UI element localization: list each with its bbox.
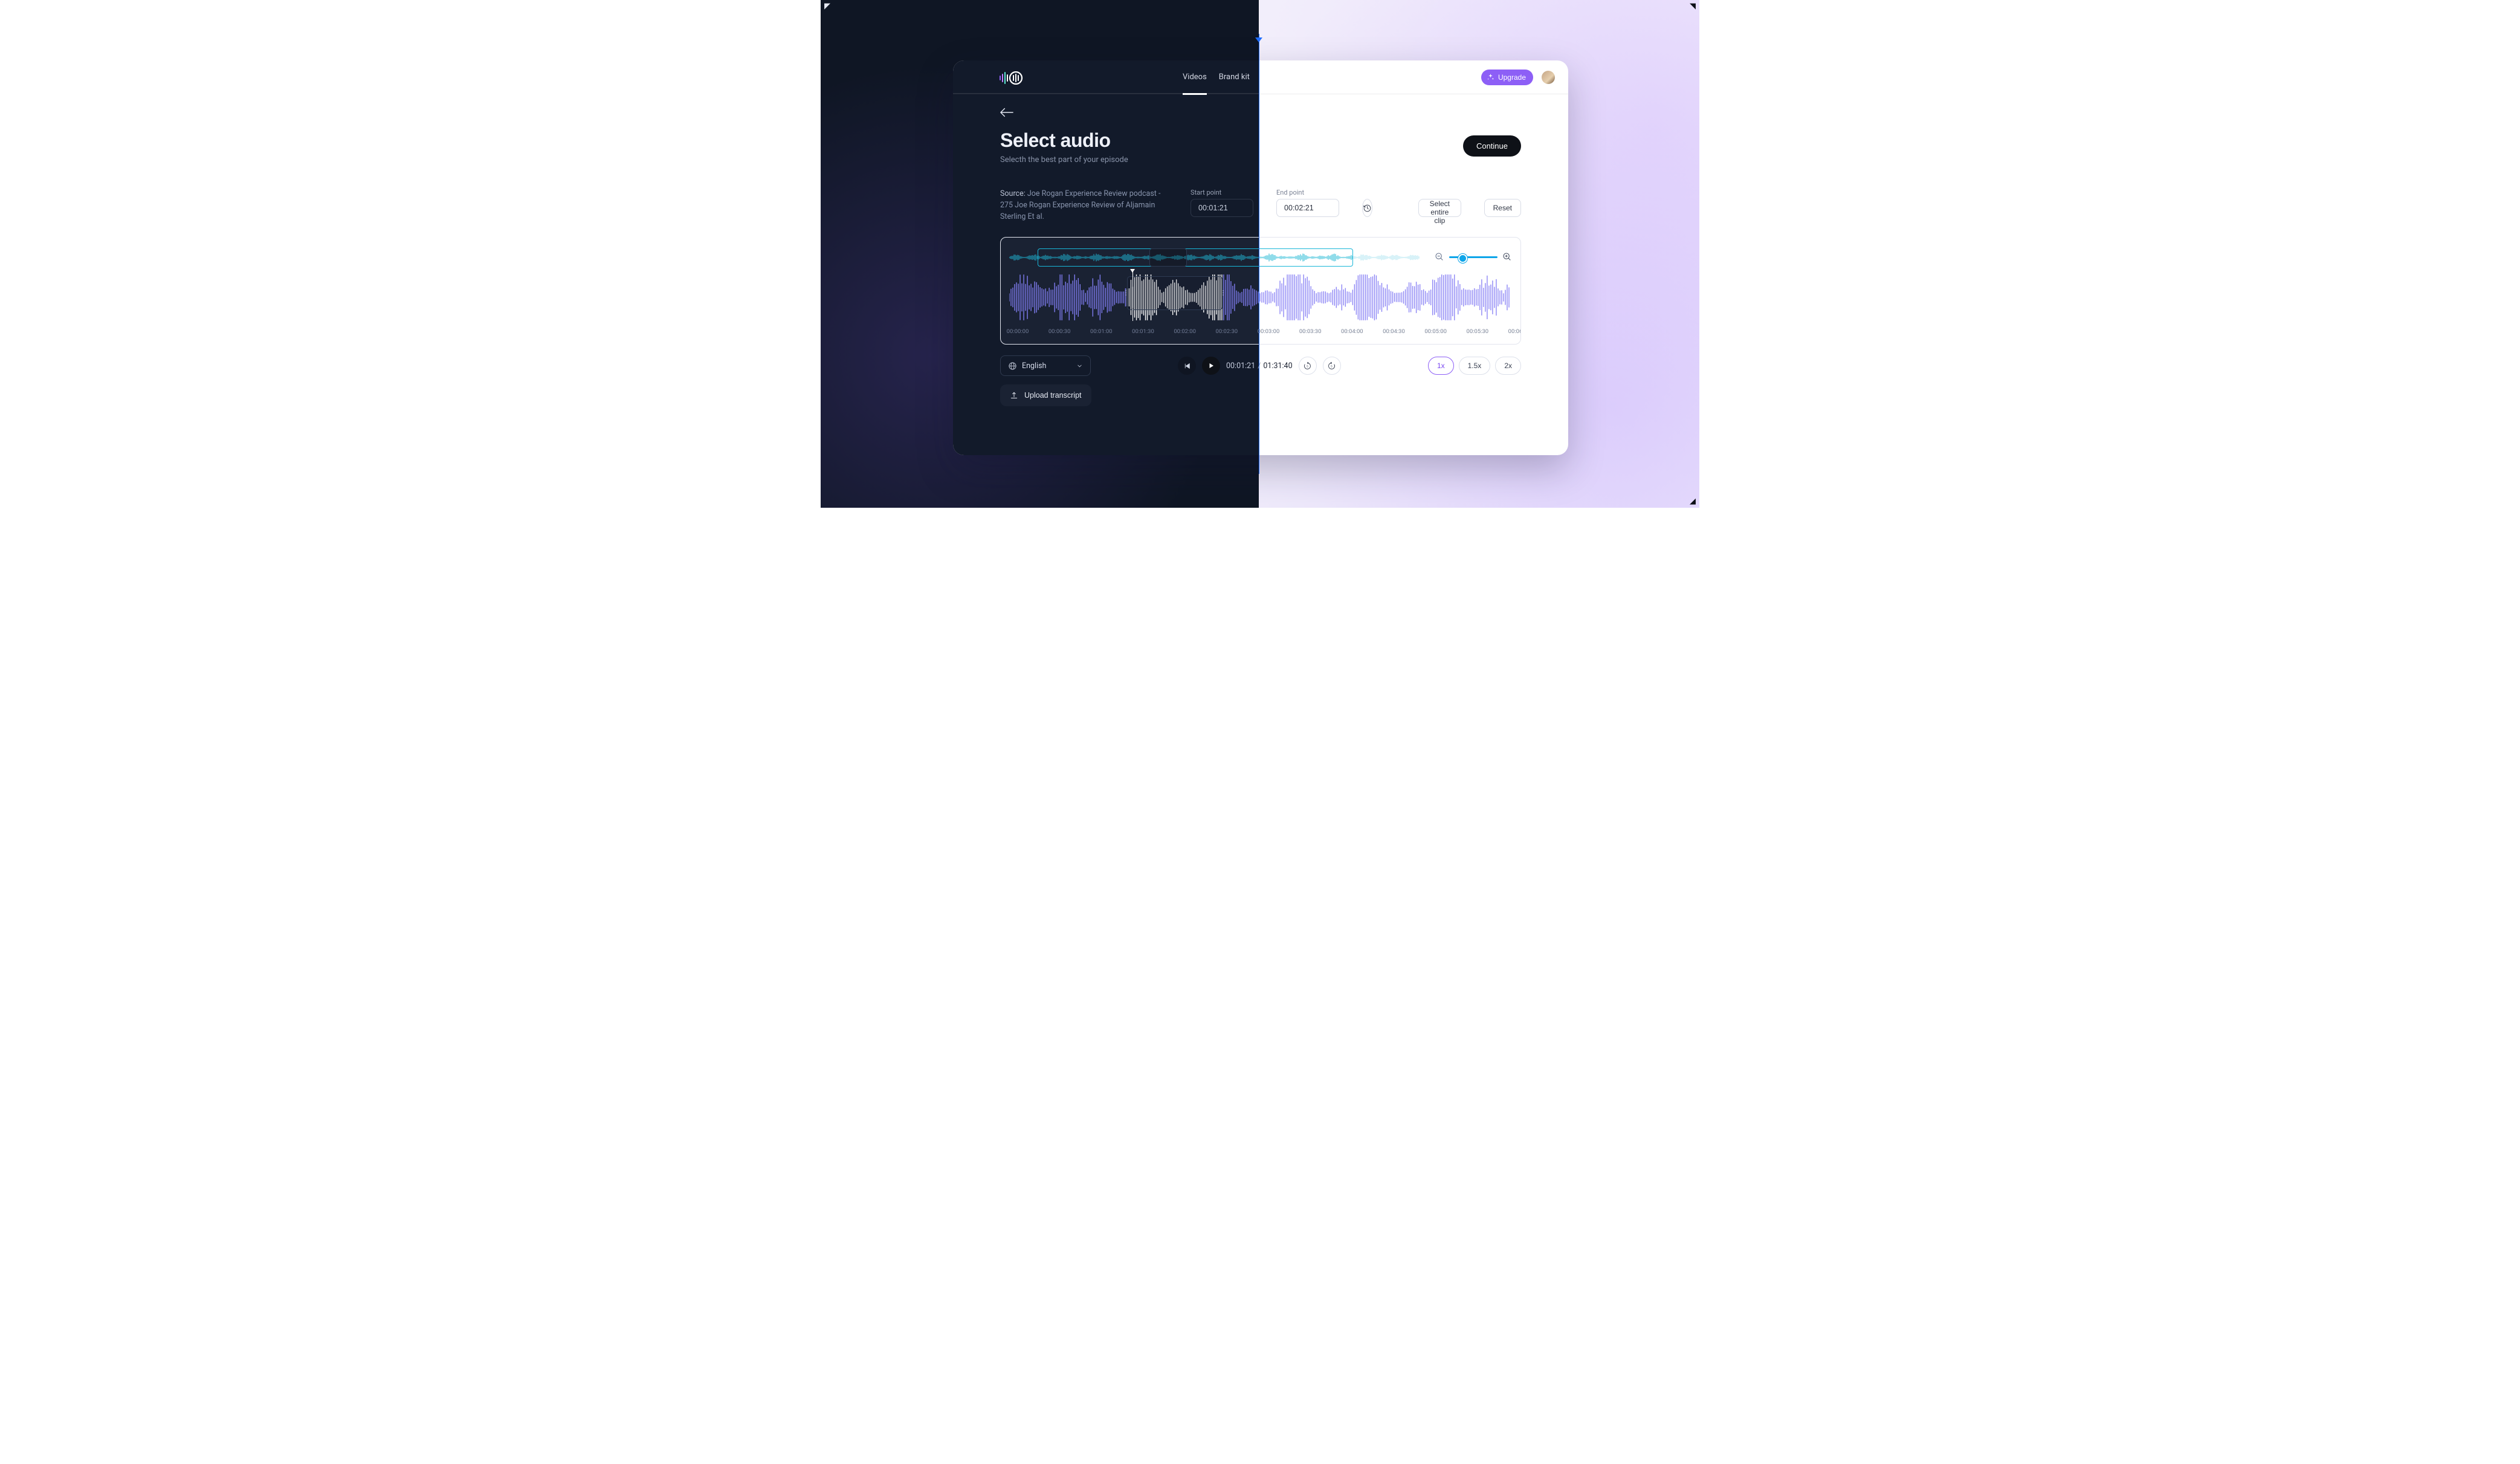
forward-5-icon: 5	[1303, 361, 1312, 371]
language-value: English	[1022, 361, 1046, 371]
sparkle-icon	[1487, 73, 1494, 81]
overview-selection[interactable]	[1038, 248, 1353, 267]
page-subtitle: Selecth the best part of your episode	[1000, 155, 1128, 164]
brand-logo	[999, 71, 1023, 85]
timeline-ticks: 00:00:00 00:00:30 00:01:00 00:01:30 00:02:00…	[1009, 328, 1512, 339]
nav-tab-brand-kit[interactable]: Brand kit	[1219, 69, 1250, 85]
end-point-label: End point	[1276, 189, 1339, 196]
main-selection[interactable]: ⋮ ⋮	[1127, 276, 1223, 310]
end-point-input[interactable]	[1276, 199, 1339, 217]
overview-viewport[interactable]	[1149, 248, 1187, 267]
speed-2x[interactable]: 2x	[1495, 357, 1521, 375]
page-title: Select audio	[1000, 129, 1128, 152]
timeline-tick: 00:01:00	[1090, 328, 1113, 335]
timeline-tick: 00:03:30	[1299, 328, 1322, 335]
reset-button[interactable]: Reset	[1484, 199, 1521, 217]
start-point-label: Start point	[1191, 189, 1253, 196]
timeline-tick: 00:05:00	[1424, 328, 1447, 335]
topbar: Videos Brand kit Upgrade	[953, 60, 1568, 94]
timeline-tick: 00:03:00	[1258, 328, 1280, 335]
main-waveform[interactable]	[1009, 274, 1512, 321]
selection-handle-left[interactable]: ⋮	[1123, 290, 1129, 297]
source-text: Source: Joe Rogan Experience Review podc…	[1000, 189, 1168, 222]
timeline-tick: 00:05:30	[1467, 328, 1489, 335]
skip-back-5-button[interactable]: 5	[1323, 357, 1341, 375]
corner-marker: ◢	[1690, 497, 1696, 506]
play-icon	[1207, 362, 1215, 369]
skip-back-icon	[1183, 362, 1191, 370]
skip-forward-5-button[interactable]: 5	[1299, 357, 1317, 375]
svg-text:5: 5	[1331, 364, 1333, 368]
back-5-icon: 5	[1327, 361, 1336, 371]
theme-divider-handle[interactable]	[1255, 37, 1262, 42]
svg-text:5: 5	[1307, 364, 1308, 368]
corner-marker: ◥	[1690, 2, 1696, 11]
chevron-down-icon	[1076, 363, 1083, 369]
history-button[interactable]	[1362, 199, 1372, 217]
select-entire-clip-button[interactable]: Select entire clip	[1418, 199, 1461, 217]
avatar[interactable]	[1542, 71, 1555, 84]
timecode: 00:01:21 / 01:31:40	[1226, 361, 1293, 371]
arrow-left-icon	[1000, 108, 1013, 117]
timeline-tick: 00:02:00	[1174, 328, 1196, 335]
previous-button[interactable]	[1178, 357, 1196, 375]
speed-1-5x[interactable]: 1.5x	[1459, 357, 1491, 375]
upload-icon	[1010, 391, 1018, 400]
start-point-input[interactable]	[1191, 199, 1253, 217]
timeline-tick: 00:06:00	[1508, 328, 1521, 335]
timeline-tick: 00:04:30	[1383, 328, 1405, 335]
nav-tab-videos[interactable]: Videos	[1183, 69, 1207, 85]
zoom-out-icon[interactable]	[1435, 252, 1444, 262]
timeline-tick: 00:04:00	[1341, 328, 1363, 335]
history-icon	[1363, 204, 1372, 213]
back-button[interactable]	[1000, 108, 1013, 121]
editor-card: Videos Brand kit Upgrade	[953, 60, 1568, 455]
selection-handle-right[interactable]: ⋮	[1220, 290, 1227, 297]
upgrade-button[interactable]: Upgrade	[1481, 70, 1533, 85]
timeline-tick: 00:00:00	[1007, 328, 1029, 335]
timeline-tick: 00:00:30	[1048, 328, 1071, 335]
timeline-tick: 00:02:30	[1216, 328, 1238, 335]
play-button[interactable]	[1202, 357, 1220, 375]
waveform-panel: ⋮ ⋮ 00:00:0000:00:3000:01:0000:01:3000:0…	[1000, 237, 1521, 345]
timeline-tick: 00:01:30	[1132, 328, 1154, 335]
upload-transcript-button[interactable]: Upload transcript	[1000, 384, 1091, 406]
globe-icon	[1008, 361, 1017, 371]
language-select[interactable]: English	[1000, 355, 1091, 376]
continue-button[interactable]: Continue	[1463, 135, 1521, 157]
zoom-slider[interactable]	[1449, 256, 1497, 258]
playhead[interactable]	[1132, 270, 1133, 321]
speed-1x[interactable]: 1x	[1428, 357, 1454, 375]
zoom-in-icon[interactable]	[1502, 252, 1512, 262]
corner-marker: ◤	[824, 2, 830, 11]
